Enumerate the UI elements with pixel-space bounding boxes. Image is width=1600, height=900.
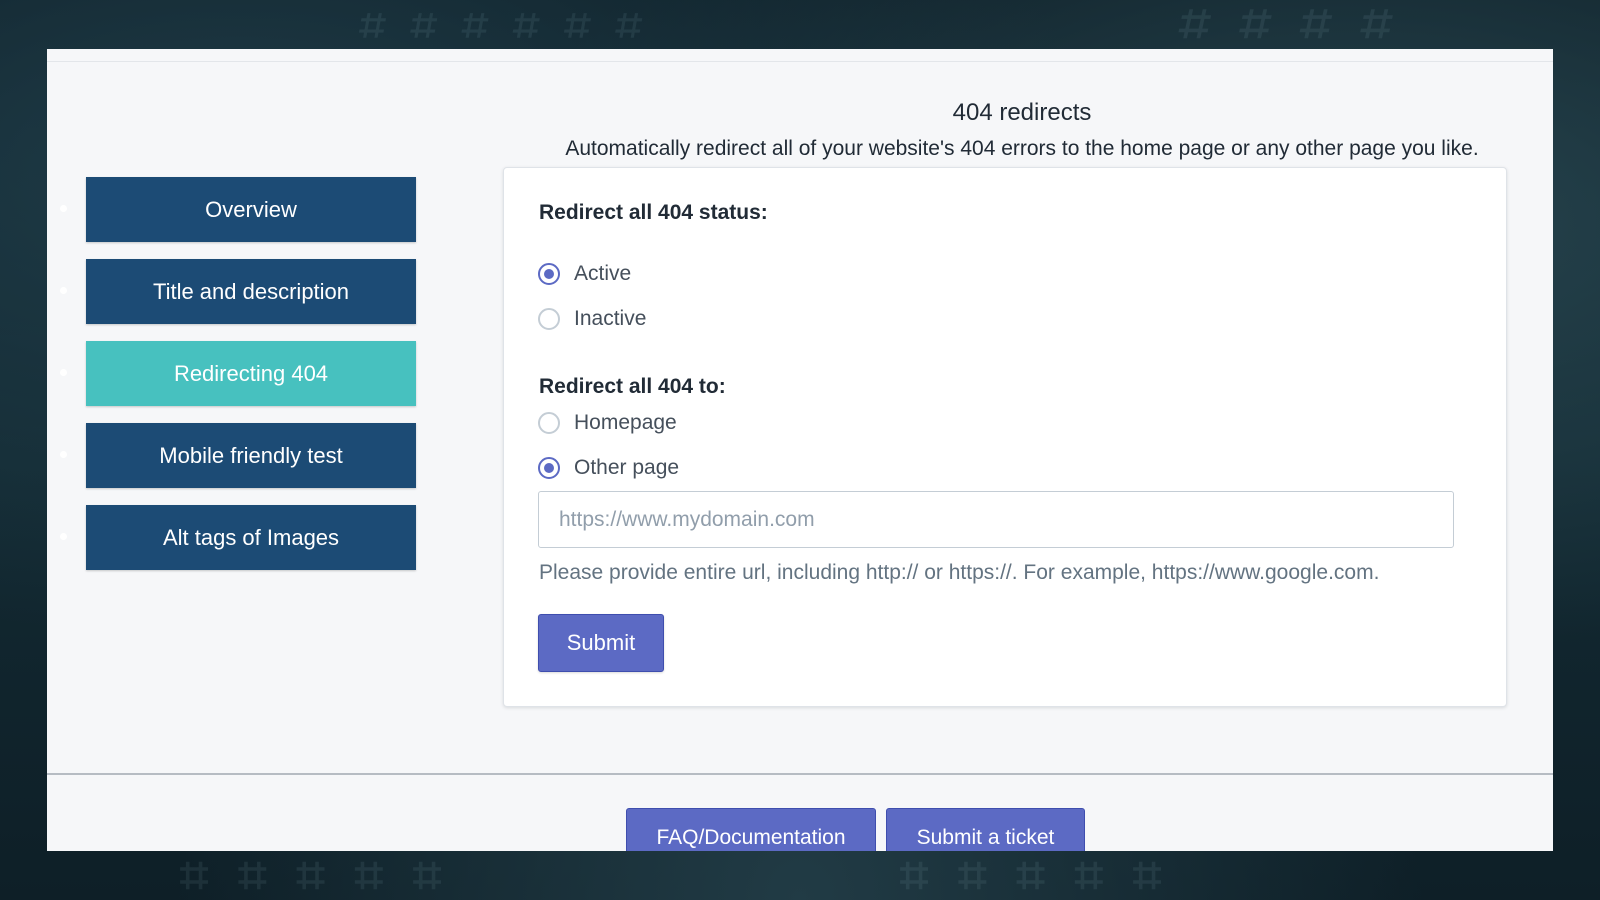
bullet-icon [60,205,67,212]
top-divider [47,61,1553,62]
sidebar-item-alt-tags-of-images[interactable]: Alt tags of Images [60,505,416,570]
background-code-pattern: ⌗ ⌗ ⌗ ⌗ ⌗ [180,846,442,900]
footer-divider [47,773,1553,775]
submit-button[interactable]: Submit [538,614,664,672]
background-code-pattern: ⌗ ⌗ ⌗ ⌗ ⌗ ⌗ [355,0,646,51]
radio-checked-icon[interactable] [538,263,560,285]
sidebar-item-label: Overview [205,196,297,222]
status-section-label: Redirect all 404 status: [539,201,768,224]
sidebar-item-title-and-description[interactable]: Title and description [60,259,416,324]
redirect-url-input[interactable] [538,491,1454,548]
radio-label: Active [574,262,632,285]
radio-checked-icon[interactable] [538,457,560,479]
radio-label: Other page [574,456,680,479]
radio-label: Homepage [574,411,677,434]
redirect-settings-card: Redirect all 404 status: Active Inactive… [503,167,1507,707]
target-option-other-page[interactable]: Other page [538,456,679,480]
submit-ticket-button[interactable]: Submit a ticket [886,808,1085,851]
sidebar-item-label: Mobile friendly test [159,442,343,468]
target-option-homepage[interactable]: Homepage [538,411,677,435]
background-code-pattern: ⌗ ⌗ ⌗ ⌗ [1173,0,1398,54]
bullet-icon [60,533,67,540]
main-panel: Overview Title and description Redirecti… [47,49,1553,851]
faq-documentation-button[interactable]: FAQ/Documentation [626,808,876,851]
radio-unchecked-icon[interactable] [538,308,560,330]
bullet-icon [60,287,67,294]
page-title: 404 redirects [952,99,1092,126]
radio-label: Inactive [574,307,647,330]
sidebar-nav: Overview Title and description Redirecti… [60,177,416,587]
url-help-text: Please provide entire url, including htt… [539,561,1380,584]
bullet-icon [60,369,67,376]
sidebar-item-label: Title and description [152,278,350,304]
status-option-active[interactable]: Active [538,262,631,286]
background-code-pattern: ⌗ ⌗ ⌗ ⌗ ⌗ [900,846,1162,900]
sidebar-item-mobile-friendly-test[interactable]: Mobile friendly test [60,423,416,488]
sidebar-item-overview[interactable]: Overview [60,177,416,242]
sidebar-item-label: Redirecting 404 [173,360,329,386]
status-option-inactive[interactable]: Inactive [538,307,646,331]
sidebar-item-label: Alt tags of Images [162,524,340,550]
bullet-icon [60,451,67,458]
target-section-label: Redirect all 404 to: [539,375,726,398]
page-subtitle: Automatically redirect all of your websi… [565,137,1479,160]
sidebar-item-redirecting-404[interactable]: Redirecting 404 [60,341,416,406]
radio-unchecked-icon[interactable] [538,412,560,434]
